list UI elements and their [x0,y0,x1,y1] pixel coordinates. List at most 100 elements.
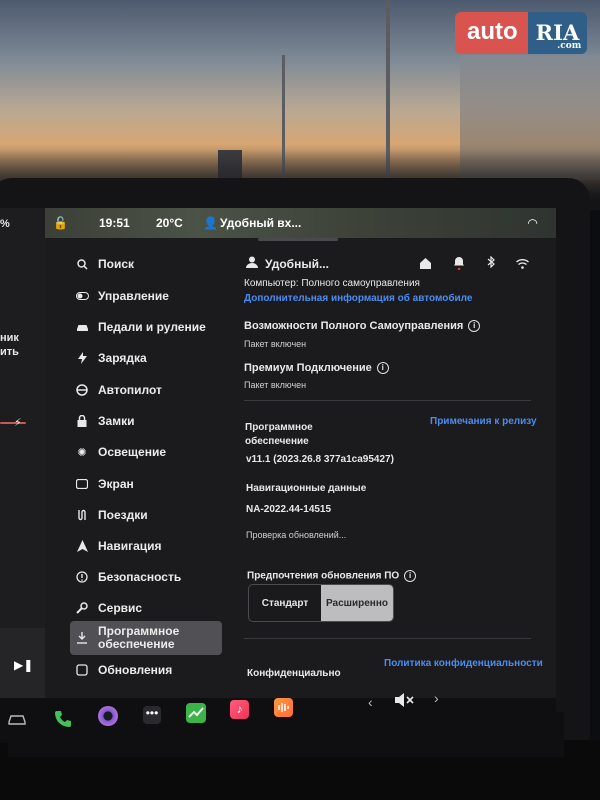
more-info-link[interactable]: Дополнительная информация об автомобиле [244,293,472,304]
sidebar-item-autopilot[interactable]: Автопилот [70,380,222,400]
sidebar-item-label: Сервис [98,601,143,615]
bolt-icon: ⚡ [14,417,22,429]
sidebar-item-label: Экран [98,477,134,491]
software-version: v11.1 (2023.26.8 377a1ca95427) [246,454,394,465]
premium-title-text: Премиум Подключение [244,362,372,374]
sidebar-item-service[interactable]: Сервис [70,598,222,618]
profile-icon[interactable]: 👤 [203,216,218,230]
trips-icon [74,507,90,523]
update-option-standard[interactable]: Стандарт [249,585,321,621]
privacy-title: Конфиденциально [247,668,341,679]
fsd-title-text: Возможности Полного Самоуправления [244,320,464,332]
release-notes-link[interactable]: Примечания к релизу [430,416,537,427]
update-preferences-title: Предпочтения обновления ПО i [247,570,417,582]
update-preferences-title-text: Предпочтения обновления ПО [247,570,400,582]
charge-cable-indicator [0,422,26,424]
lock-status-icon[interactable]: 🔓 [53,216,68,230]
status-bar: 🔓 19:51 20°C 👤 Удобный вх... ◠ [45,208,556,238]
sidebar-item-trips[interactable]: Поездки [70,505,222,525]
sidebar-item-navigation[interactable]: Навигация [70,536,222,556]
sidebar-item-safety[interactable]: Безопасность [70,567,222,587]
play-pause-icon[interactable]: ▶❚ [14,658,33,672]
sidebar-item-lighting[interactable]: ✺ Освещение [70,442,222,462]
sidebar-item-label: Педали и руление [98,320,206,334]
sidebar-item-charging[interactable]: Зарядка [70,348,222,368]
outside-temperature: 20°C [156,216,183,230]
update-option-advanced[interactable]: Расширенно [321,585,393,621]
wrench-icon [74,600,90,616]
panel-drag-handle[interactable] [258,238,338,241]
sidebar-item-display[interactable]: Экран [70,474,222,494]
volume-down-button[interactable]: ‹ [368,694,373,710]
home-icon[interactable] [420,256,431,274]
autoria-watermark: auto RIA .com [455,12,588,54]
divider [244,638,531,639]
sidebar-item-label: Замки [98,414,135,428]
sidebar-item-label: Поездки [98,508,148,522]
profile-name[interactable]: Удобный... [265,257,329,271]
check-updates-status: Проверка обновлений... [246,530,347,540]
premium-status: Пакет включен [244,380,307,390]
info-icon[interactable]: i [468,320,481,333]
updates-icon [74,662,90,678]
phone-icon[interactable] [53,709,73,734]
car-icon[interactable] [8,712,564,757]
sidebar-item-label: Безопасность [98,570,182,584]
sun-icon: ✺ [77,446,87,459]
info-icon[interactable]: i [376,362,389,375]
navigation-icon [74,538,90,554]
volume-mute-icon[interactable] [394,692,414,713]
sidebar-item-label: Автопилот [98,383,162,397]
info-icon[interactable]: i [404,570,417,582]
notification-bell-icon[interactable] [454,256,464,275]
fsd-status: Пакет включен [244,339,307,349]
sidebar-item-label: Обновления [98,663,173,677]
display-icon [74,476,90,492]
audio-icon[interactable] [274,698,293,717]
music-icon[interactable]: ♪ [230,700,249,719]
computer-info: Компьютер: Полного самоуправления [244,278,420,289]
sidebar-item-label: Навигация [98,539,162,553]
download-icon [74,630,90,646]
sidebar-item-label: Освещение [98,445,166,459]
sidebar-item-label: Поиск [98,257,135,271]
clock: 19:51 [99,216,130,230]
volume-up-button[interactable]: › [434,690,439,706]
steering-wheel-icon [74,382,90,398]
sidebar-item-search[interactable]: Поиск [70,254,222,274]
sidebar-item-label: Зарядка [98,351,147,365]
nav-data-title: Навигационные данные [246,483,367,494]
lock-icon [74,413,90,429]
sidebar-item-updates[interactable]: Обновления [70,660,222,680]
nav-data-version: NA-2022.44-14515 [246,504,332,515]
watermark-tld: .com [557,41,582,51]
bluetooth-icon[interactable] [487,255,495,271]
wifi-icon[interactable] [516,256,529,274]
sidebar-item-pedals[interactable]: Педали и руление [70,317,222,337]
left-card-text-1: ник [0,332,19,344]
sidebar-item-controls[interactable]: Управление [70,286,222,306]
fsd-title: Возможности Полного Самоуправления i [244,320,481,333]
wifi-icon[interactable]: ◠ [528,216,537,230]
profile-icon[interactable] [246,256,258,271]
watermark-auto-text: auto [455,12,528,54]
search-icon [74,256,90,272]
sidebar-item-label: Программное обеспечение [98,624,180,651]
bolt-icon [74,350,90,366]
privacy-policy-link[interactable]: Политика конфиденциальности [384,658,543,669]
premium-title: Премиум Подключение i [244,362,389,375]
car-icon [74,319,90,335]
sidebar-item-locks[interactable]: Замки [70,411,222,431]
battery-percent: % [0,218,10,230]
safety-icon [74,569,90,585]
left-card-text-2: ить [0,346,19,358]
charts-icon[interactable] [186,703,206,723]
divider [244,400,531,401]
camera-icon[interactable] [98,706,118,726]
more-icon[interactable]: ••• [143,706,161,724]
sidebar-item-software[interactable]: Программное обеспечение [70,621,222,655]
toggle-icon [74,288,90,304]
update-preference-selector: Стандарт Расширенно [248,584,394,622]
profile-name-status[interactable]: Удобный вх... [220,216,301,230]
watermark-ria-text: RIA .com [527,12,588,54]
